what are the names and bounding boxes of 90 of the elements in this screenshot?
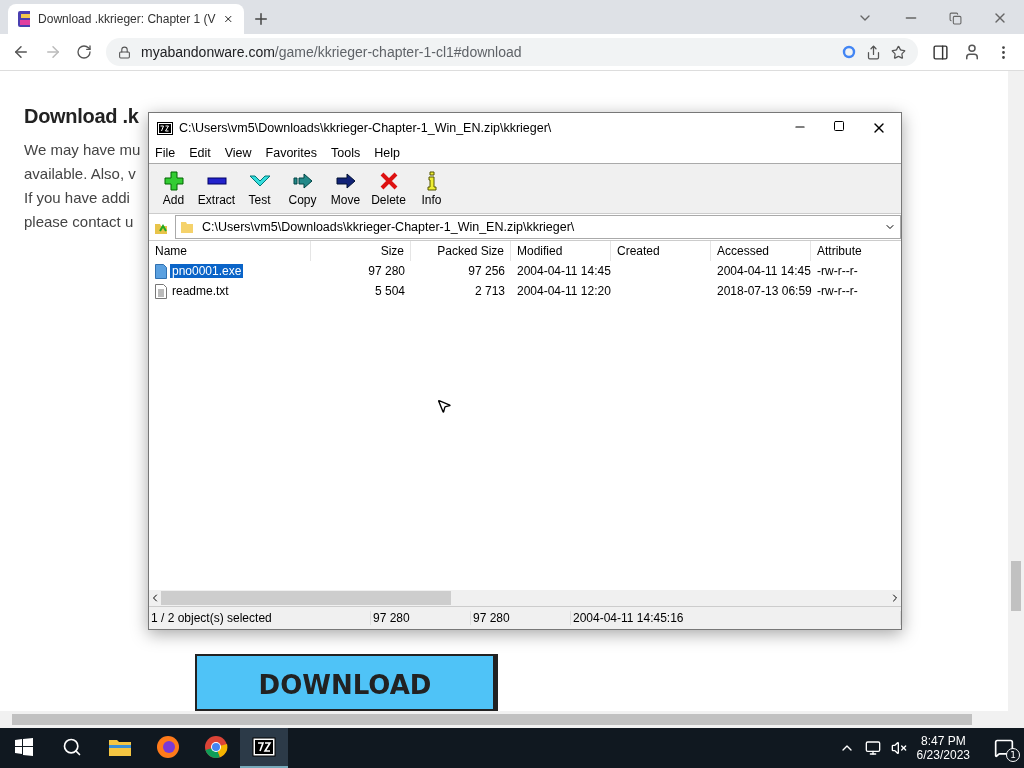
tab-title: Download .kkrieger: Chapter 1 (V: [38, 12, 216, 26]
file-icon: [155, 263, 167, 279]
google-icon[interactable]: [842, 45, 856, 59]
table-cell-text: 2 713: [473, 284, 506, 298]
browser-tab[interactable]: Download .kkrieger: Chapter 1 (V: [8, 4, 244, 34]
toolbar-label: Move: [330, 192, 361, 207]
toolbar-label: Test: [248, 192, 271, 207]
column-header[interactable]: Size: [311, 241, 411, 261]
column-header[interactable]: Created: [611, 241, 711, 261]
menu-item[interactable]: Tools: [331, 146, 361, 160]
star-icon[interactable]: [891, 44, 906, 60]
toolbar-label: Delete: [371, 192, 406, 207]
windows-icon: [15, 738, 33, 756]
message-icon: [994, 738, 1014, 758]
toolbar-button[interactable]: Test: [239, 164, 280, 213]
search-icon: [62, 737, 82, 757]
status-text: 97 280: [371, 611, 471, 625]
cursor-icon: [436, 398, 452, 414]
table-cell-text: 97 256: [467, 264, 506, 278]
clock[interactable]: 8:47 PM 6/23/2023: [916, 734, 970, 762]
page-heading: Download .k: [24, 105, 139, 128]
toolbar-button[interactable]: Delete: [368, 164, 409, 213]
table-cell-text: -rw-r--r-: [816, 284, 859, 298]
folder-icon: [108, 737, 132, 757]
table-cell-text: 2004-04-11 14:45: [516, 264, 611, 278]
notification-count: 1: [1006, 748, 1020, 762]
menu-item[interactable]: Edit: [189, 146, 211, 160]
toolbar-label: Copy: [288, 192, 317, 207]
path-field[interactable]: C:\Users\vm5\Downloads\kkrieger-Chapter-1_Win_EN.zip\kkrieger\: [175, 215, 901, 239]
toolbar-button[interactable]: Info: [411, 164, 452, 213]
window-title: C:\Users\vm5\Downloads\kkrieger-Chapter-1_Win_EN.zip\kkrieger\: [179, 121, 553, 135]
horizontal-scrollbar[interactable]: [0, 711, 1024, 728]
status-text: 2004-04-11 14:45:16: [571, 611, 901, 625]
folder-icon: [180, 220, 194, 234]
toolbar-button[interactable]: Move: [325, 164, 366, 213]
vertical-scrollbar[interactable]: [1008, 71, 1024, 711]
status-text: 97 280: [471, 611, 571, 625]
arrow-icon: [291, 170, 314, 191]
column-header[interactable]: Accessed: [711, 241, 811, 261]
paragraph-line: please contact u: [24, 212, 134, 232]
address-bar[interactable]: myabandonware.com/game/kkrieger-chapter-1-cl1#download: [106, 38, 918, 66]
column-header[interactable]: Modified: [511, 241, 611, 261]
toolbar-button[interactable]: Extract: [196, 164, 237, 213]
download-button[interactable]: DOWNLOAD: [195, 654, 495, 711]
taskbar-app[interactable]: [240, 728, 288, 768]
table-cell-text: 2004-04-11 12:20: [516, 284, 611, 298]
file-name[interactable]: pno0001.exe: [170, 264, 244, 278]
firefox-icon: [156, 735, 180, 759]
table-cell-text: 2004-04-11 14:45: [716, 264, 811, 278]
menu-item[interactable]: File: [155, 146, 176, 160]
menu-item[interactable]: Help: [374, 146, 400, 160]
menu-item[interactable]: View: [224, 146, 252, 160]
notifications-button[interactable]: 1: [992, 736, 1016, 760]
plus-icon: [162, 170, 185, 191]
column-header[interactable]: Packed Size: [411, 241, 511, 261]
archive-icon: [252, 737, 276, 757]
horizontal-scrollbar[interactable]: [149, 590, 901, 606]
arrow-icon: [334, 170, 357, 191]
text-file-icon: [155, 283, 167, 299]
archive-icon: [157, 121, 173, 135]
toolbar-label: Info: [421, 192, 442, 207]
side-panel-icon[interactable]: [932, 43, 949, 61]
network-icon[interactable]: [864, 740, 881, 756]
toolbar-label: Add: [162, 192, 185, 207]
profile-icon[interactable]: [963, 43, 981, 61]
table-cell-text: 97 280: [367, 264, 406, 278]
toolbar-label: Extract: [197, 192, 236, 207]
table-cell-text: 2018-07-13 06:59: [716, 284, 811, 298]
chrome-icon: [204, 735, 228, 759]
status-text: 1 / 2 object(s) selected: [149, 611, 371, 625]
column-header[interactable]: Attribute: [811, 241, 901, 261]
reload-icon[interactable]: [76, 44, 92, 60]
paragraph-line: We may have mu: [24, 140, 141, 160]
restore-icon[interactable]: [949, 11, 962, 25]
table-cell-text: -rw-r--r-: [816, 264, 859, 278]
paragraph-line: If you have addi: [24, 188, 130, 208]
share-icon[interactable]: [866, 44, 881, 60]
muted-speaker-icon[interactable]: [890, 740, 907, 756]
maximize-icon[interactable]: [833, 120, 845, 132]
new-tab-icon[interactable]: [252, 10, 270, 28]
toolbar-button[interactable]: Add: [153, 164, 194, 213]
file-name[interactable]: readme.txt: [170, 284, 231, 298]
menu-item[interactable]: Favorites: [265, 146, 317, 160]
site-icon: [18, 11, 31, 27]
table-cell-text: 5 504: [373, 284, 406, 298]
paragraph-line: available. Also, v: [24, 164, 136, 184]
column-header[interactable]: Name: [149, 241, 311, 261]
toolbar-button[interactable]: Copy: [282, 164, 323, 213]
lock-icon: [118, 45, 131, 59]
back-icon[interactable]: [12, 43, 30, 61]
